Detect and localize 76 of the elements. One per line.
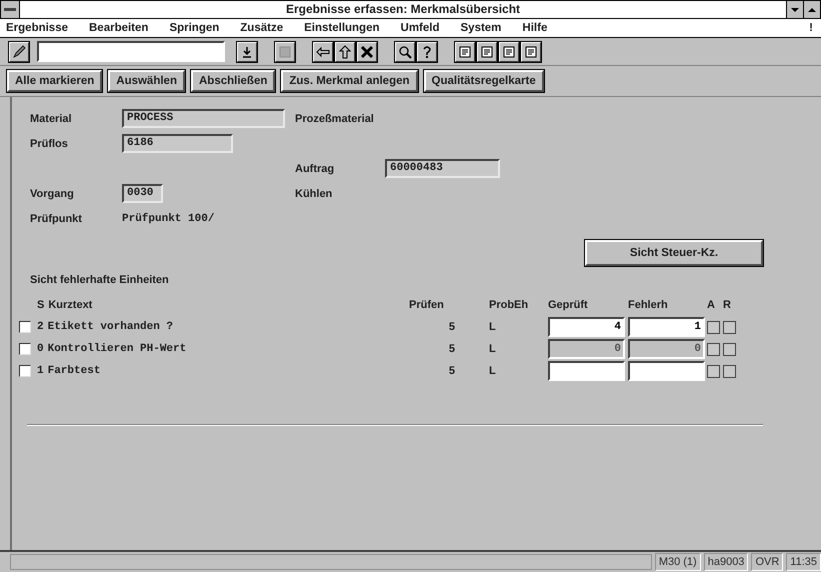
field-label: Prüflos <box>30 138 69 150</box>
table-cell: L <box>489 321 496 333</box>
row-checkbox[interactable] <box>19 321 31 333</box>
menu-item[interactable]: Springen <box>169 22 220 34</box>
table-cell: 5 <box>448 343 455 355</box>
table-cell: L <box>489 365 496 377</box>
checkbox[interactable] <box>707 364 720 378</box>
row-checkbox[interactable] <box>19 365 31 377</box>
status-field: M30 (1) <box>654 553 701 571</box>
column-header: ProbEh <box>489 299 528 311</box>
action-button[interactable]: Abschließen <box>190 70 276 92</box>
input-field[interactable] <box>628 361 705 381</box>
prueflos-field: 6186 <box>122 134 233 153</box>
save-icon[interactable] <box>275 42 295 62</box>
checkbox[interactable] <box>707 320 720 334</box>
field-label: Auftrag <box>295 162 336 174</box>
column-header: S <box>37 299 44 311</box>
menu-item[interactable]: System <box>460 22 502 34</box>
status-field: ha9003 <box>704 553 748 571</box>
action-button[interactable]: Qualitätsregelkarte <box>424 70 544 92</box>
table-cell: Farbtest <box>48 365 100 377</box>
enter-icon[interactable] <box>237 42 257 62</box>
field-label: Material <box>30 112 73 124</box>
column-header: Fehlerh <box>628 299 668 311</box>
system-menu-icon[interactable] <box>1 1 20 18</box>
auftrag-field: 60000483 <box>385 159 500 178</box>
next-page-icon[interactable] <box>499 42 519 62</box>
menu-item[interactable]: Zusätze <box>240 22 284 34</box>
pruefpunkt-value: Prüfpunkt 100/ <box>122 212 214 224</box>
menu-item[interactable]: Ergebnisse <box>6 22 68 34</box>
menu-item[interactable]: Umfeld <box>400 22 440 34</box>
first-page-icon[interactable] <box>455 42 475 62</box>
menu-item[interactable]: Hilfe <box>522 22 548 34</box>
column-header: Prüfen <box>409 299 444 311</box>
command-field[interactable] <box>37 41 225 62</box>
checkbox[interactable] <box>723 320 736 334</box>
status-field: OVR <box>751 553 784 571</box>
column-header: R <box>723 299 731 311</box>
last-page-icon[interactable] <box>521 42 541 62</box>
status-field: 11:35 <box>786 553 821 571</box>
field-label: Prüfpunkt <box>30 212 83 224</box>
table-cell: 1 <box>37 365 44 377</box>
input-field[interactable]: 4 <box>548 317 625 337</box>
section-title: Sicht fehlerhafte Einheiten <box>30 274 170 288</box>
table-cell: 2 <box>37 321 44 333</box>
vorgang-field: 0030 <box>122 184 163 203</box>
column-header: Geprüft <box>548 299 588 311</box>
input-field[interactable]: 1 <box>628 317 705 337</box>
column-header: A <box>707 299 715 311</box>
table-cell: 5 <box>448 321 455 333</box>
column-header: Kurztext <box>48 299 92 311</box>
menu-item[interactable]: Einstellungen <box>304 22 380 34</box>
table-cell: L <box>489 343 496 355</box>
action-button[interactable]: Zus. Merkmal anlegen <box>281 70 418 92</box>
table-cell: 0 <box>37 343 44 355</box>
view-control-button[interactable]: Sicht Steuer-Kz. <box>585 240 763 266</box>
vorgang-description: Kühlen <box>295 188 332 200</box>
material-field: PROCESS <box>122 109 285 128</box>
window-title: Ergebnisse erfassen: Merkmalsübersicht <box>284 1 522 18</box>
search-icon[interactable] <box>395 42 415 62</box>
action-button[interactable]: Alle markieren <box>7 70 102 92</box>
table-cell: Kontrollieren PH-Wert <box>48 343 186 355</box>
help-icon[interactable] <box>417 42 437 62</box>
minimize-icon[interactable] <box>786 1 803 18</box>
menu-item[interactable]: ! <box>809 22 813 34</box>
material-description: Prozeßmaterial <box>295 112 374 124</box>
table-cell: Etikett vorhanden ? <box>48 321 174 333</box>
menu-item[interactable]: Bearbeiten <box>89 22 148 34</box>
action-button[interactable]: Auswählen <box>108 70 185 92</box>
checkbox[interactable] <box>723 364 736 378</box>
previous-page-icon[interactable] <box>477 42 497 62</box>
maximize-icon[interactable] <box>803 1 820 18</box>
table-cell: 5 <box>448 365 455 377</box>
field-label: Vorgang <box>30 188 75 200</box>
cancel-icon[interactable] <box>357 42 377 62</box>
input-field[interactable] <box>548 361 625 381</box>
